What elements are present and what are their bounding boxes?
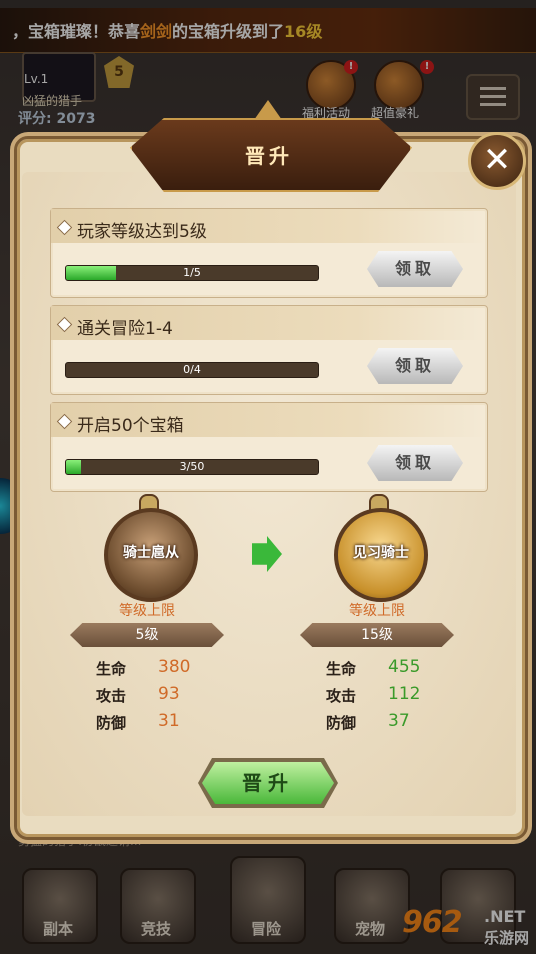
promote-button[interactable]: 晋升 bbox=[202, 762, 334, 804]
stat-def-label: 防御 bbox=[96, 714, 127, 732]
task-title: 通关冒险1-4 bbox=[77, 319, 173, 339]
stat-hp-label: 生命 bbox=[326, 660, 357, 678]
stat-def-value: 31 bbox=[158, 711, 180, 731]
stat-atk-value: 93 bbox=[158, 684, 180, 704]
current-rank-name: 骑士扈从 bbox=[123, 545, 179, 561]
task-progress-bar: 0/4 bbox=[65, 362, 319, 378]
stat-def-label: 防御 bbox=[326, 714, 357, 732]
task-card: 开启50个宝箱 3/50 领取 bbox=[50, 402, 488, 492]
next-cap-label: 等级上限 bbox=[349, 603, 405, 619]
stat-atk-label: 攻击 bbox=[96, 687, 127, 705]
current-cap-label: 等级上限 bbox=[119, 603, 175, 619]
close-button[interactable]: ✕ bbox=[468, 132, 526, 190]
current-cap-value: 5级 bbox=[70, 623, 224, 647]
stat-hp-label: 生命 bbox=[96, 660, 127, 678]
next-cap-value: 15级 bbox=[300, 623, 454, 647]
dialog-title: 晋升 bbox=[245, 144, 293, 168]
claim-button[interactable]: 领取 bbox=[367, 348, 463, 384]
progress-text: 1/5 bbox=[183, 266, 201, 279]
task-progress-bar: 3/50 bbox=[65, 459, 319, 475]
close-icon: ✕ bbox=[482, 140, 512, 180]
claim-button[interactable]: 领取 bbox=[367, 445, 463, 481]
task-title: 开启50个宝箱 bbox=[77, 416, 184, 436]
stat-atk-value: 112 bbox=[388, 684, 421, 704]
claim-button[interactable]: 领取 bbox=[367, 251, 463, 287]
stat-atk-label: 攻击 bbox=[326, 687, 357, 705]
task-title: 玩家等级达到5级 bbox=[77, 222, 207, 242]
progress-text: 3/50 bbox=[179, 460, 205, 473]
progress-text: 0/4 bbox=[183, 363, 201, 376]
stat-def-value: 37 bbox=[388, 711, 410, 731]
stat-hp-value: 380 bbox=[158, 657, 191, 677]
stat-hp-value: 455 bbox=[388, 657, 421, 677]
next-rank-name: 见习骑士 bbox=[353, 545, 409, 561]
task-progress-bar: 1/5 bbox=[65, 265, 319, 281]
task-card: 玩家等级达到5级 1/5 领取 bbox=[50, 208, 488, 298]
task-card: 通关冒险1-4 0/4 领取 bbox=[50, 305, 488, 395]
